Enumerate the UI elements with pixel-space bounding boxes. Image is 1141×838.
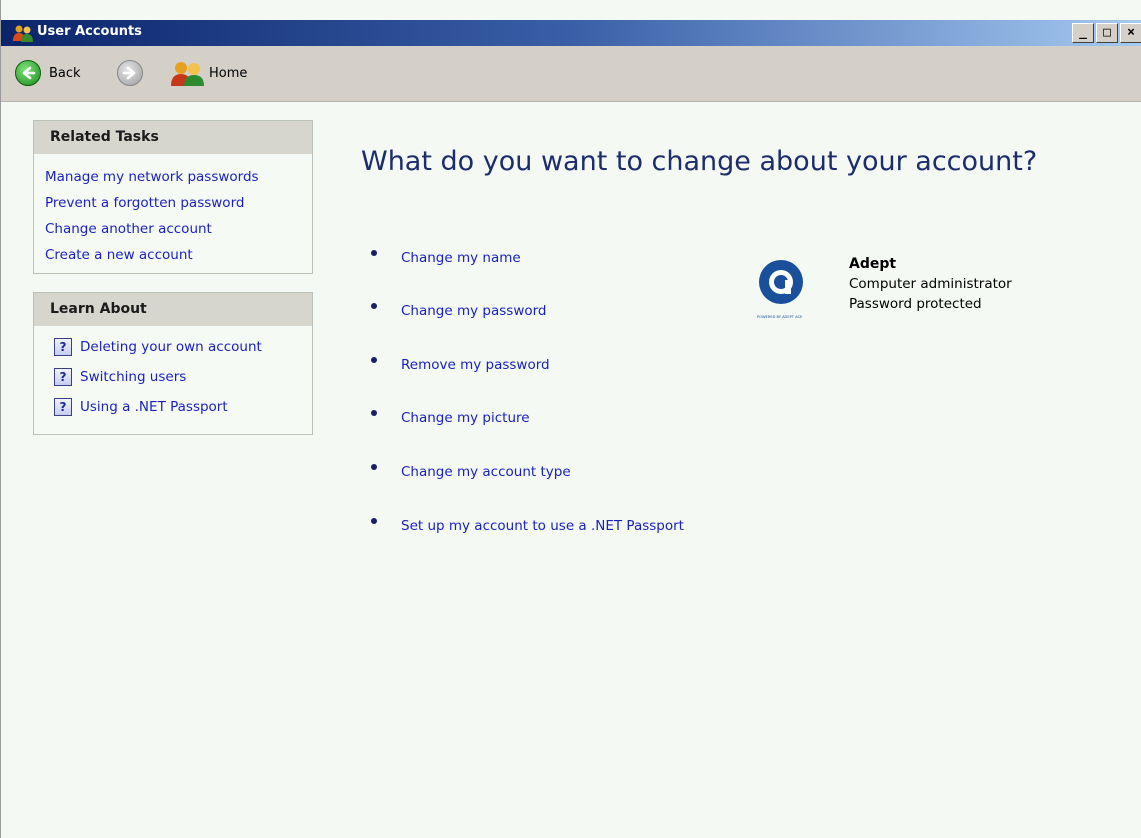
help-icon: ? xyxy=(54,338,72,356)
manage-network-passwords-link[interactable]: Manage my network passwords xyxy=(45,164,312,190)
forward-arrow-icon xyxy=(117,60,143,86)
learn-item-label[interactable]: Deleting your own account xyxy=(80,334,262,360)
bullet-icon xyxy=(371,357,377,363)
back-button[interactable]: Back xyxy=(15,58,81,88)
change-another-account-link[interactable]: Change another account xyxy=(45,216,312,242)
option-link[interactable]: Set up my account to use a .NET Passport xyxy=(401,518,684,534)
user-accounts-window: User Accounts _ □ × Back Home Related Ta… xyxy=(0,0,1141,838)
help-icon: ? xyxy=(54,398,72,416)
toolbar: Back Home xyxy=(1,46,1141,102)
option-link[interactable]: Remove my password xyxy=(401,357,550,373)
home-label: Home xyxy=(209,65,248,81)
window-controls: _ □ × xyxy=(1070,23,1141,43)
window-title: User Accounts xyxy=(37,24,142,39)
related-tasks-panel: Related Tasks Manage my network password… xyxy=(33,120,313,274)
help-icon: ? xyxy=(54,368,72,386)
option-link[interactable]: Change my password xyxy=(401,303,547,319)
maximize-button[interactable]: □ xyxy=(1096,23,1118,43)
close-button[interactable]: × xyxy=(1120,23,1141,43)
learn-item-net-passport[interactable]: ? Using a .NET Passport xyxy=(54,392,312,422)
bullet-icon xyxy=(371,518,377,524)
account-name: Adept xyxy=(849,256,897,272)
bullet-icon xyxy=(371,250,377,256)
back-label: Back xyxy=(49,65,81,81)
bullet-icon xyxy=(371,464,377,470)
learn-item-label[interactable]: Switching users xyxy=(80,364,186,390)
avatar-caption: POWERED BY ADEPT ACE xyxy=(757,315,803,319)
learn-about-heading: Learn About xyxy=(34,293,312,326)
account-avatar: POWERED BY ADEPT ACE xyxy=(757,260,803,319)
home-button[interactable]: Home xyxy=(171,58,247,88)
prevent-forgotten-password-link[interactable]: Prevent a forgotten password xyxy=(45,190,312,216)
learn-item-label[interactable]: Using a .NET Passport xyxy=(80,394,228,420)
minimize-button[interactable]: _ xyxy=(1072,23,1094,43)
learn-about-panel: Learn About ? Deleting your own account … xyxy=(33,292,313,435)
related-tasks-heading: Related Tasks xyxy=(34,121,312,154)
title-bar[interactable]: User Accounts _ □ × xyxy=(1,20,1141,46)
account-type: Computer administrator xyxy=(849,276,1012,292)
home-users-icon xyxy=(171,62,204,86)
option-link[interactable]: Change my name xyxy=(401,250,521,266)
learn-item-deleting-account[interactable]: ? Deleting your own account xyxy=(54,332,312,362)
create-new-account-link[interactable]: Create a new account xyxy=(45,242,312,268)
option-link[interactable]: Change my picture xyxy=(401,410,530,426)
forward-button[interactable] xyxy=(117,58,143,88)
back-arrow-icon xyxy=(15,60,41,86)
bullet-icon xyxy=(371,410,377,416)
page-heading: What do you want to change about your ac… xyxy=(361,146,1038,177)
user-accounts-icon xyxy=(13,25,33,42)
option-link[interactable]: Change my account type xyxy=(401,464,571,480)
bullet-icon xyxy=(371,303,377,309)
account-password-status: Password protected xyxy=(849,296,982,312)
learn-item-switching-users[interactable]: ? Switching users xyxy=(54,362,312,392)
